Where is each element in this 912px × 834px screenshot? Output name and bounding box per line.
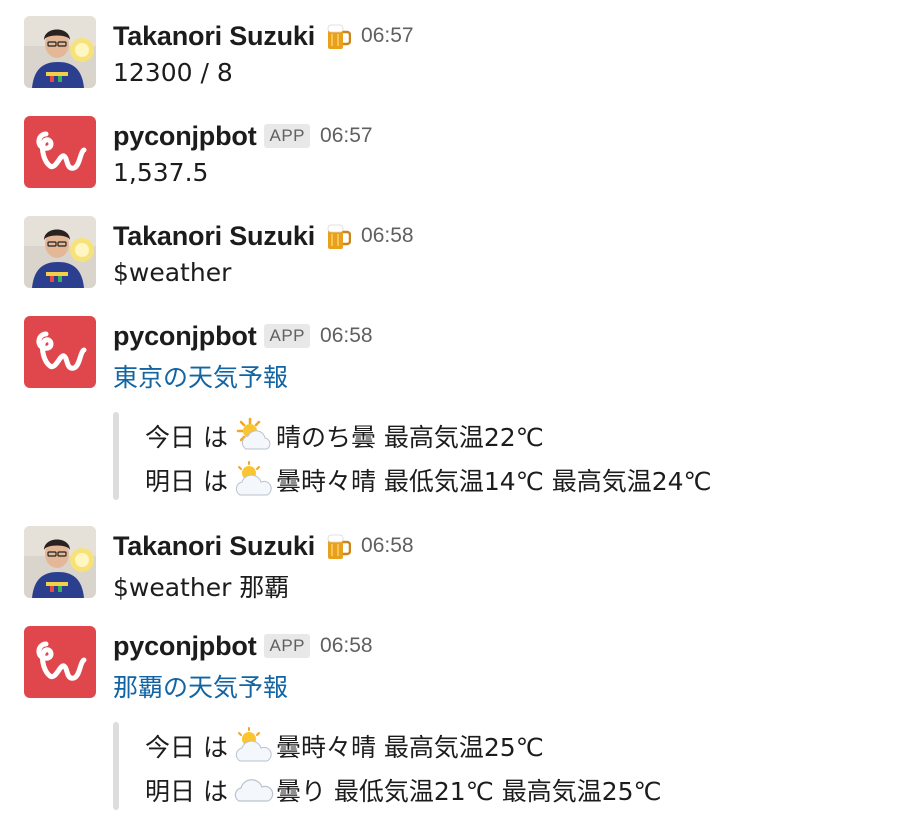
day-label: 今日 は: [145, 423, 228, 452]
message: pyconjpbot APP 06:58 那覇の天気予報 今日 は 曇時々晴 最…: [0, 626, 912, 826]
message-text: 1,537.5: [113, 158, 209, 187]
forecast-text: 晴のち曇 最高気温22℃: [275, 423, 544, 452]
message-header: pyconjpbot APP 06:58: [113, 628, 373, 664]
username[interactable]: pyconjpbot: [113, 321, 257, 352]
app-badge: APP: [264, 124, 311, 148]
username[interactable]: Takanori Suzuki: [113, 221, 315, 252]
app-badge: APP: [264, 634, 311, 658]
attachment-bar: [113, 412, 119, 500]
day-label: 今日 は: [145, 733, 228, 762]
attachment-bar: [113, 722, 119, 810]
message-header: Takanori Suzuki 06:57: [113, 18, 414, 54]
timestamp[interactable]: 06:57: [320, 124, 373, 148]
timestamp[interactable]: 06:58: [320, 634, 373, 658]
forecast-line-tomorrow: 明日 は 曇時々晴 最低気温14℃ 最高気温24℃: [145, 460, 712, 500]
day-label: 明日 は: [145, 777, 228, 806]
avatar[interactable]: [24, 626, 96, 698]
beer-mug-icon: [325, 531, 351, 561]
avatar[interactable]: [24, 216, 96, 288]
timestamp[interactable]: 06:58: [320, 324, 373, 348]
message-header: Takanori Suzuki 06:58: [113, 218, 414, 254]
forecast-text: 曇時々晴 最高気温25℃: [275, 733, 544, 762]
avatar[interactable]: [24, 316, 96, 388]
cloud-with-sun-icon: [234, 727, 274, 765]
forecast-link[interactable]: 那覇の天気予報: [113, 668, 288, 704]
message-text: 12300 / 8: [113, 58, 233, 87]
message-header: Takanori Suzuki 06:58: [113, 528, 414, 564]
app-badge: APP: [264, 324, 311, 348]
message-header: pyconjpbot APP 06:57: [113, 118, 373, 154]
forecast-text: 曇り 最低気温21℃ 最高気温25℃: [275, 777, 662, 806]
avatar[interactable]: [24, 116, 96, 188]
message: pyconjpbot APP 06:57 1,537.5: [0, 116, 912, 192]
forecast-line-today: 今日 は 晴のち曇 最高気温22℃: [145, 416, 544, 456]
message: Takanori Suzuki 06:57 12300 / 8: [0, 16, 912, 92]
avatar[interactable]: [24, 526, 96, 598]
forecast-line-tomorrow: 明日 は 曇り 最低気温21℃ 最高気温25℃: [145, 770, 662, 810]
cloud-icon: [234, 771, 274, 809]
username[interactable]: Takanori Suzuki: [113, 21, 315, 52]
forecast-text: 曇時々晴 最低気温14℃ 最高気温24℃: [275, 467, 712, 496]
message-text: $weather 那覇: [113, 573, 290, 602]
forecast-line-today: 今日 は 曇時々晴 最高気温25℃: [145, 726, 544, 766]
day-label: 明日 は: [145, 467, 228, 496]
message: Takanori Suzuki 06:58 $weather: [0, 216, 912, 292]
message: pyconjpbot APP 06:58 東京の天気予報 今日 は 晴のち曇 最…: [0, 316, 912, 506]
timestamp[interactable]: 06:58: [361, 534, 414, 558]
timestamp[interactable]: 06:58: [361, 224, 414, 248]
forecast-link[interactable]: 東京の天気予報: [113, 358, 288, 394]
avatar[interactable]: [24, 16, 96, 88]
username[interactable]: Takanori Suzuki: [113, 531, 315, 562]
message: Takanori Suzuki 06:58 $weather 那覇: [0, 526, 912, 602]
message-text: $weather: [113, 258, 232, 287]
username[interactable]: pyconjpbot: [113, 631, 257, 662]
sun-behind-cloud-icon: [234, 417, 274, 455]
username[interactable]: pyconjpbot: [113, 121, 257, 152]
beer-mug-icon: [325, 221, 351, 251]
cloud-with-sun-icon: [234, 461, 274, 499]
beer-mug-icon: [325, 21, 351, 51]
timestamp[interactable]: 06:57: [361, 24, 414, 48]
message-header: pyconjpbot APP 06:58: [113, 318, 373, 354]
